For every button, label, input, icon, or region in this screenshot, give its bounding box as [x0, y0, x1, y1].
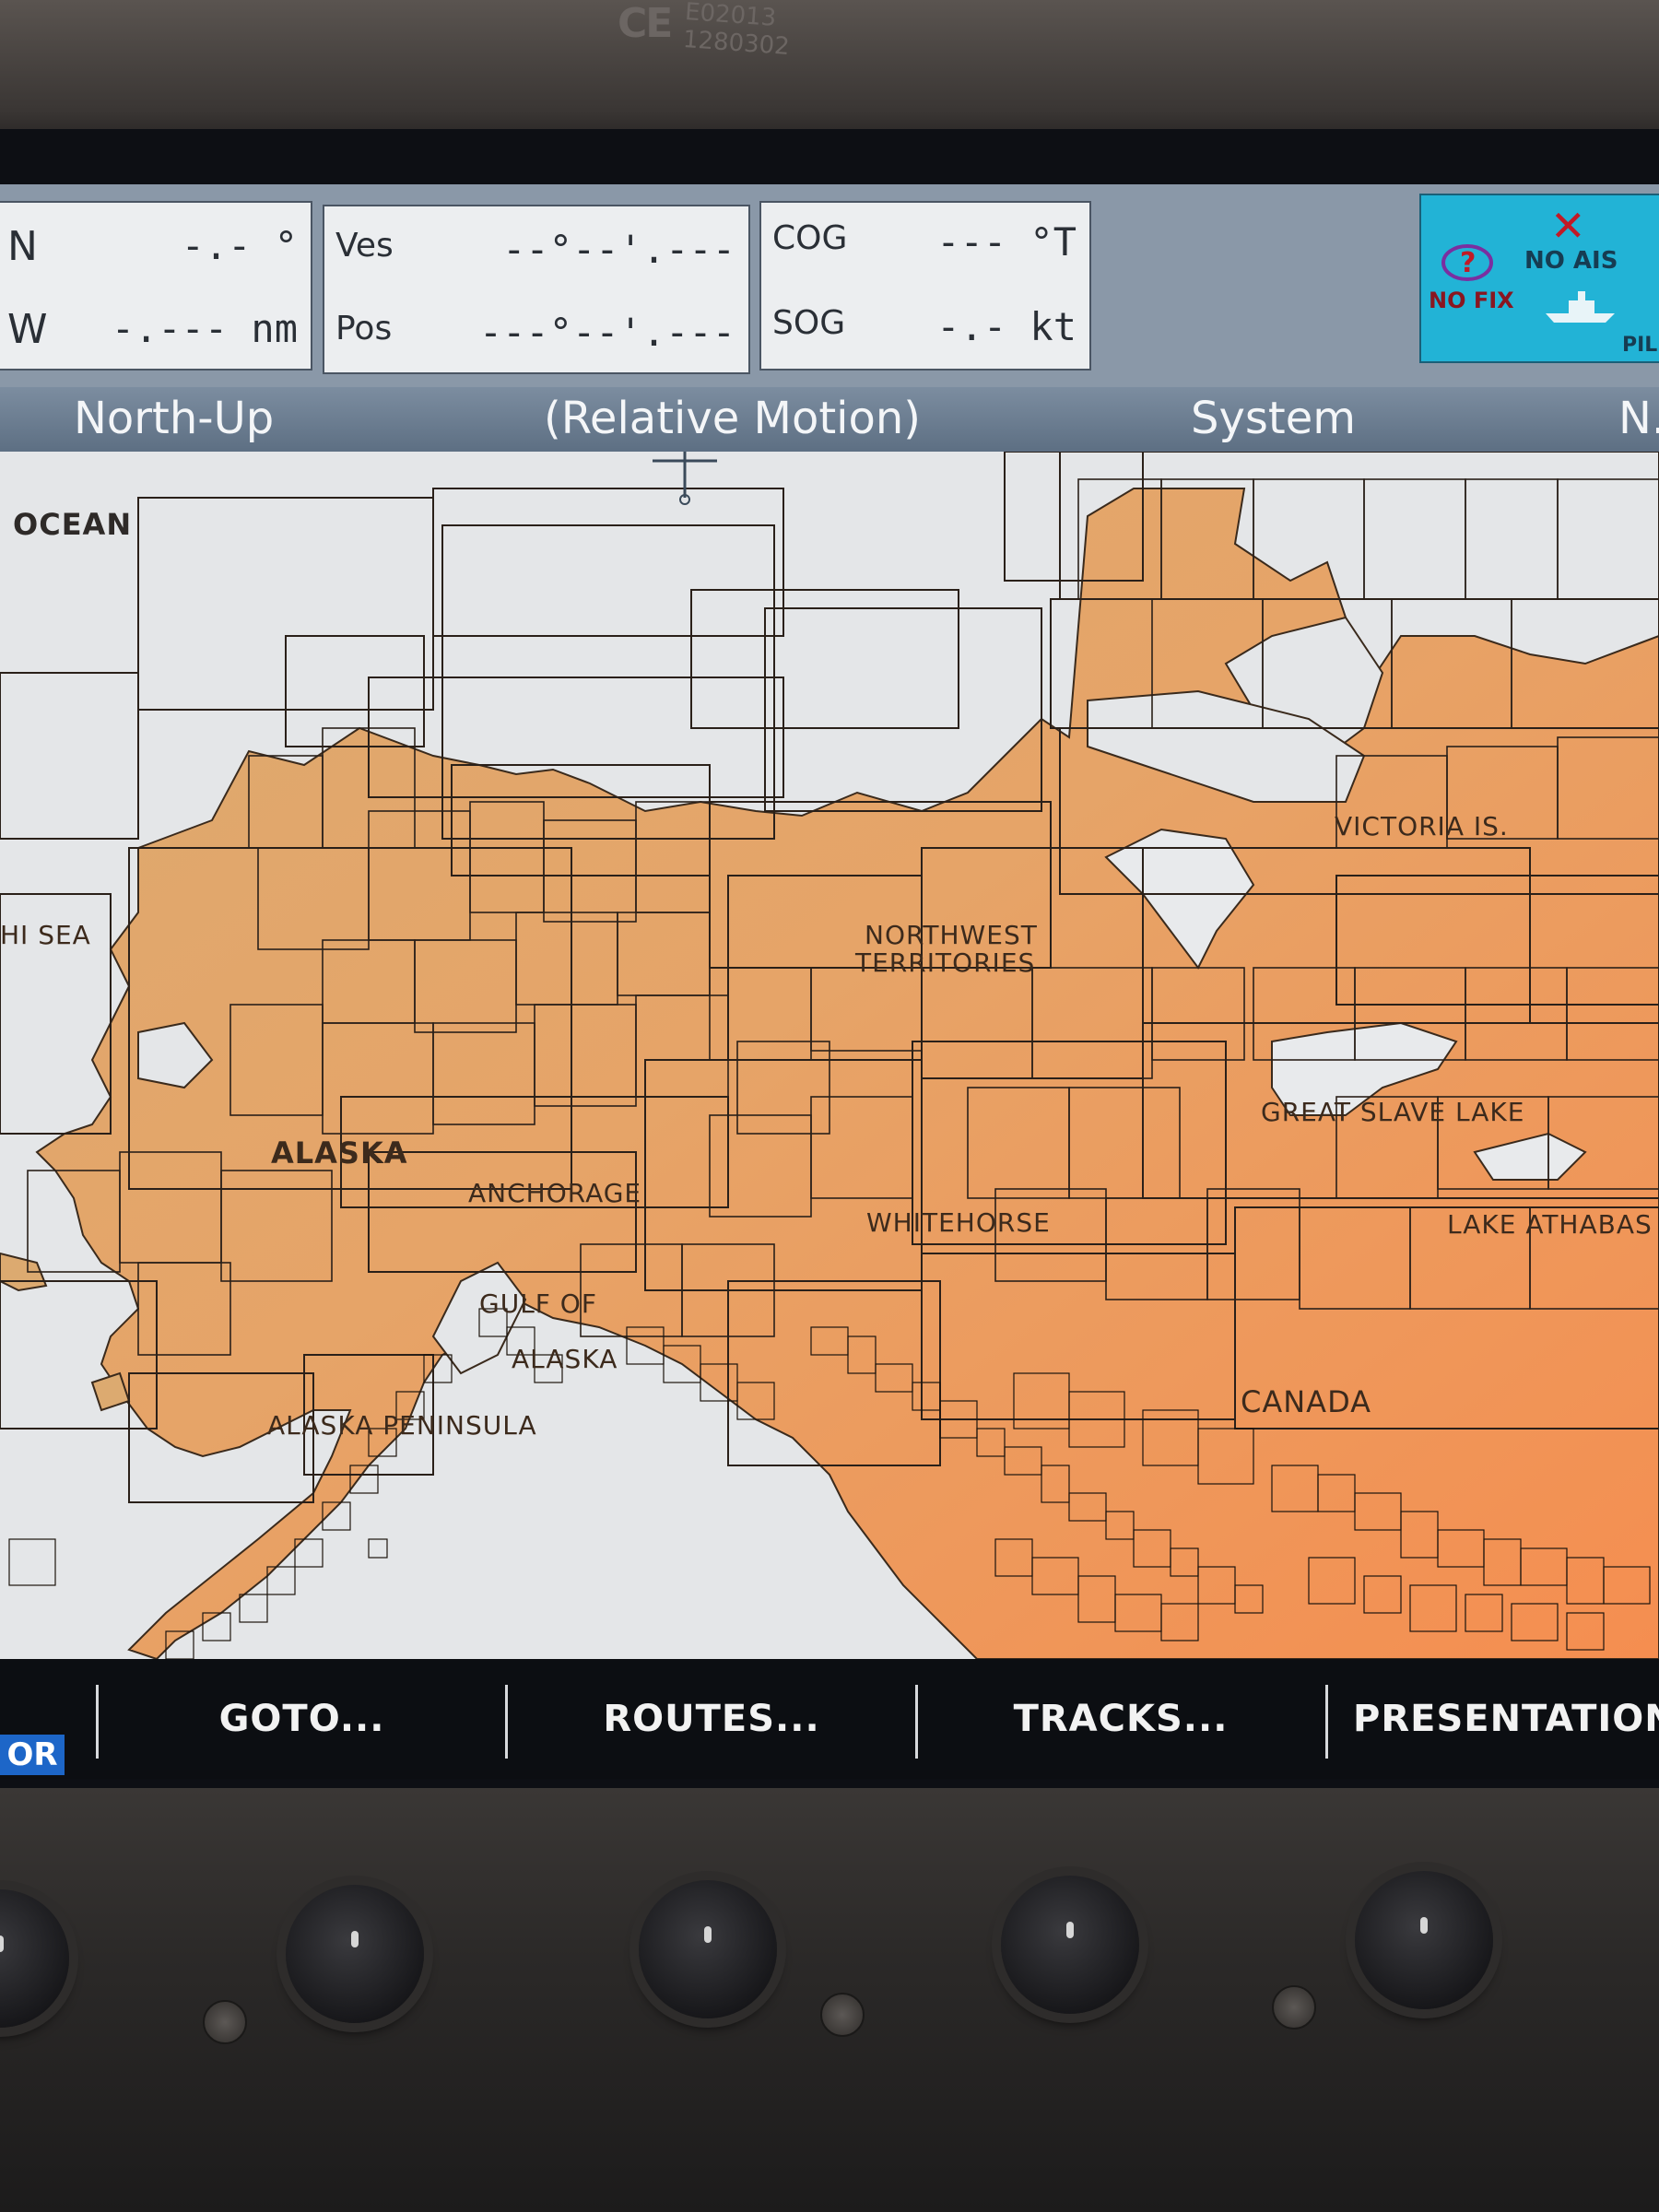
label-ocean: OCEAN: [13, 507, 133, 542]
softkey-divider: [505, 1685, 508, 1759]
label-peninsula: ALASKA PENINSULA: [267, 1410, 537, 1441]
status-icon-panel[interactable]: ? NO FIX ✕ NO AIS PIL: [1419, 194, 1659, 363]
label-alaska: ALASKA: [271, 1135, 408, 1171]
softkey-divider: [1325, 1685, 1328, 1759]
nofix-label: NO FIX: [1429, 288, 1514, 313]
sog-value: -.- kt: [936, 304, 1077, 349]
device-bezel-bottom: [0, 1788, 1659, 2212]
cog-label: COG: [772, 219, 848, 257]
label-whitehorse: WHITEHORSE: [866, 1207, 1051, 1238]
certification-code: E02013 1280302: [682, 0, 793, 61]
vessel-icon: [1546, 291, 1615, 323]
bezel-screw-icon: [203, 2000, 247, 2044]
sog-label: SOG: [772, 304, 846, 342]
cursor-range-box: N -.- ° W -.--- nm: [0, 201, 312, 371]
label-sea: HI SEA: [0, 920, 91, 950]
ais-disabled-icon: ✕: [1550, 201, 1586, 251]
softkey-routes[interactable]: ROUTES...: [509, 1659, 914, 1779]
chart-cursor-icon[interactable]: [643, 452, 726, 507]
label-gulf-line1: GULF OF: [479, 1288, 597, 1319]
softkey-knob-4[interactable]: [1001, 1876, 1139, 2014]
softkey-knob-2[interactable]: [286, 1885, 424, 2023]
chart-mode-bar: North-Up (Relative Motion) System N.: [0, 387, 1659, 452]
pilot-label: PIL: [1622, 334, 1658, 357]
cog-value: --- °T: [936, 219, 1077, 265]
softkey-presentation[interactable]: PRESENTATION: [1329, 1659, 1659, 1779]
gps-nofix-icon: ?: [1441, 244, 1493, 281]
chart-plotter-screen: N -.- ° W -.--- nm Ves --°--'.--- Pos --…: [0, 184, 1659, 1779]
softkey-knob-5[interactable]: [1355, 1871, 1493, 2009]
vessel-label: Ves: [335, 227, 394, 265]
mode-bar-cut-label: N.: [1618, 393, 1659, 444]
orientation-mode[interactable]: North-Up: [74, 393, 274, 444]
bezel-screw-icon: [1272, 1985, 1316, 2030]
noais-label: NO AIS: [1524, 247, 1618, 275]
cursor-lat-label: N: [7, 223, 38, 270]
softkey-bar: OR GOTO... ROUTES... TRACKS... PRESENTAT…: [0, 1659, 1659, 1779]
label-gulf-line2: ALASKA: [512, 1344, 618, 1374]
position-label: Pos: [335, 310, 393, 347]
bezel-screw-icon: [820, 1993, 865, 2037]
vessel-lon-value: ---°--'.---: [478, 310, 735, 355]
ce-mark: CE: [618, 0, 673, 47]
softkey-goto[interactable]: GOTO...: [101, 1659, 502, 1779]
navigation-info-bar: N -.- ° W -.--- nm Ves --°--'.--- Pos --…: [0, 184, 1659, 387]
electronic-chart-view[interactable]: OCEAN HI SEA ALASKA ANCHORAGE GULF OF AL…: [0, 452, 1659, 1659]
softkey-cursor-active[interactable]: OR: [0, 1735, 65, 1775]
cursor-bearing-value: -.- °: [181, 223, 298, 268]
device-bezel-top: CE E02013 1280302: [0, 0, 1659, 138]
softkey-knob-1[interactable]: [0, 1889, 69, 2028]
label-canada: CANADA: [1241, 1384, 1372, 1419]
label-nwt-line1: NORTHWEST: [865, 920, 1038, 950]
label-anchorage: ANCHORAGE: [468, 1178, 642, 1208]
system-mode[interactable]: System: [1191, 393, 1356, 444]
svg-text:?: ?: [1460, 247, 1476, 279]
label-great-slave: GREAT SLAVE LAKE: [1261, 1097, 1525, 1127]
vessel-lat-value: --°--'.---: [502, 227, 735, 272]
label-athabasca: LAKE ATHABAS: [1447, 1209, 1653, 1240]
label-victoria: VICTORIA IS.: [1335, 811, 1509, 841]
softkey-tracks[interactable]: TRACKS...: [918, 1659, 1324, 1779]
label-nwt-line2: TERRITORIES: [855, 947, 1036, 978]
softkey-knob-3[interactable]: [639, 1880, 777, 2018]
cursor-range-value: -.--- nm: [111, 306, 298, 351]
motion-mode[interactable]: (Relative Motion): [544, 393, 921, 444]
vessel-position-box: Ves --°--'.--- Pos ---°--'.---: [323, 205, 750, 374]
cursor-lon-label: W: [7, 306, 48, 353]
course-speed-box: COG --- °T SOG -.- kt: [759, 201, 1091, 371]
softkey-divider: [96, 1685, 99, 1759]
chart-map[interactable]: [0, 452, 1659, 1659]
